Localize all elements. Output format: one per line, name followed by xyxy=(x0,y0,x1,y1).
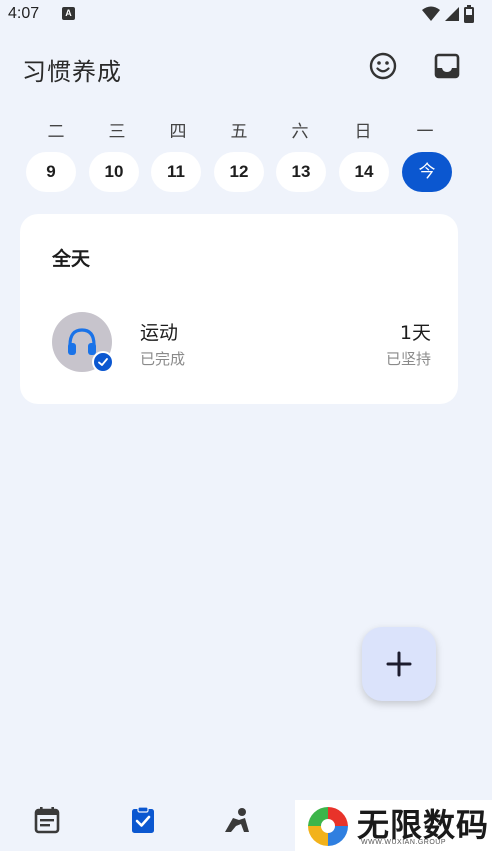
plus-icon xyxy=(386,651,412,677)
calendar-icon xyxy=(34,807,60,834)
clipboard-check-icon xyxy=(132,806,154,833)
habit-status: 已完成 xyxy=(140,350,186,368)
weekday-label: 五 xyxy=(230,122,248,142)
weekday-label: 四 xyxy=(169,122,187,142)
section-title: 全天 xyxy=(52,248,91,270)
nav-item-activity[interactable] xyxy=(218,800,258,840)
watermark-subtext: WWW.WUXIAN.GROUP xyxy=(361,839,446,846)
habit-name: 运动 xyxy=(140,322,179,344)
person-activity-icon xyxy=(225,808,249,832)
weekday-label: 一 xyxy=(416,122,434,142)
cellular-signal-icon xyxy=(445,7,459,21)
inbox-button[interactable] xyxy=(432,51,462,81)
battery-icon xyxy=(464,5,474,23)
wifi-icon xyxy=(422,6,440,21)
streak-label: 已坚持 xyxy=(385,350,431,368)
date-pill[interactable]: 12 xyxy=(214,152,264,192)
smiley-icon xyxy=(369,52,397,80)
status-icons xyxy=(422,5,474,23)
date-pill[interactable]: 11 xyxy=(151,152,201,192)
date-pill[interactable]: 10 xyxy=(89,152,139,192)
weekday-label: 六 xyxy=(291,122,309,142)
page-title: 习惯养成 xyxy=(22,58,122,86)
watermark-logo-icon xyxy=(308,807,348,846)
inbox-icon xyxy=(434,53,460,79)
add-habit-button[interactable] xyxy=(362,627,436,701)
date-pill[interactable]: 9 xyxy=(26,152,76,192)
smiley-button[interactable] xyxy=(368,51,398,81)
streak-value: 1天 xyxy=(399,322,431,344)
notification-icon: A xyxy=(62,7,75,20)
weekday-label: 日 xyxy=(354,122,372,142)
nav-item-habits[interactable] xyxy=(123,800,163,840)
status-time: 4:07 xyxy=(8,5,40,22)
weekday-label: 三 xyxy=(108,122,126,142)
nav-item-calendar[interactable] xyxy=(27,800,67,840)
watermark: 无限数码 WWW.WUXIAN.GROUP xyxy=(295,800,492,851)
date-pill-today[interactable]: 今 xyxy=(402,152,452,192)
completed-check-badge xyxy=(92,351,114,373)
check-icon xyxy=(98,358,108,366)
status-bar: 4:07 A xyxy=(0,0,492,30)
habit-card: 全天 运动 已完成 1天 已坚持 xyxy=(20,214,458,404)
date-pill[interactable]: 13 xyxy=(276,152,326,192)
weekday-label: 二 xyxy=(47,122,65,142)
date-pill[interactable]: 14 xyxy=(339,152,389,192)
